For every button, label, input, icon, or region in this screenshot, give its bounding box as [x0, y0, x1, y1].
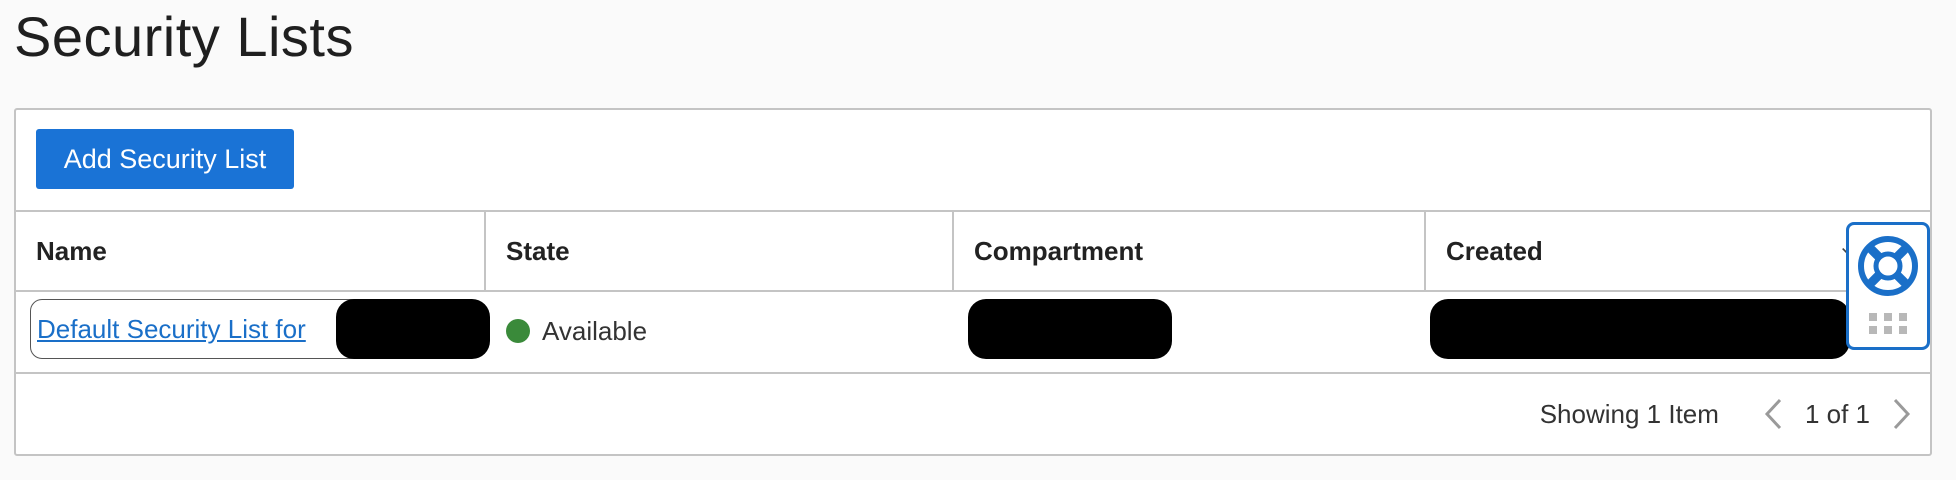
status-dot-icon [506, 319, 530, 343]
table-header: Name State Compartment Created [16, 210, 1930, 292]
redacted-created-date [1430, 299, 1850, 359]
add-security-list-button[interactable]: Add Security List [36, 129, 294, 189]
lifebuoy-icon [1858, 236, 1918, 296]
chevron-right-icon [1893, 398, 1911, 430]
chevron-left-icon [1764, 398, 1782, 430]
state-label: Available [542, 315, 648, 346]
table-row: Default Security List for Available [16, 292, 1930, 374]
security-list-name-link[interactable]: Default Security List for [37, 314, 306, 345]
column-header-name[interactable]: Name [16, 212, 484, 290]
column-header-created[interactable]: Created [1426, 212, 1846, 290]
column-header-state[interactable]: State [486, 212, 952, 290]
table-footer: Showing 1 Item 1 of 1 [16, 374, 1930, 454]
page-indicator: 1 of 1 [1804, 398, 1870, 429]
showing-count: Showing 1 Item [1539, 398, 1719, 429]
redacted-compartment [968, 299, 1172, 359]
next-page-button[interactable] [1888, 394, 1916, 434]
previous-page-button[interactable] [1759, 394, 1787, 434]
column-header-compartment[interactable]: Compartment [954, 212, 1424, 290]
help-widget-graphics [1858, 236, 1918, 334]
security-lists-panel: Add Security List Name State Compartment… [14, 108, 1932, 456]
grid-dots-icon [1869, 313, 1907, 334]
redacted-name-suffix [336, 299, 490, 359]
state-cell: Available [506, 292, 647, 370]
help-widget[interactable] [1846, 222, 1930, 350]
page-title: Security Lists [14, 5, 354, 68]
